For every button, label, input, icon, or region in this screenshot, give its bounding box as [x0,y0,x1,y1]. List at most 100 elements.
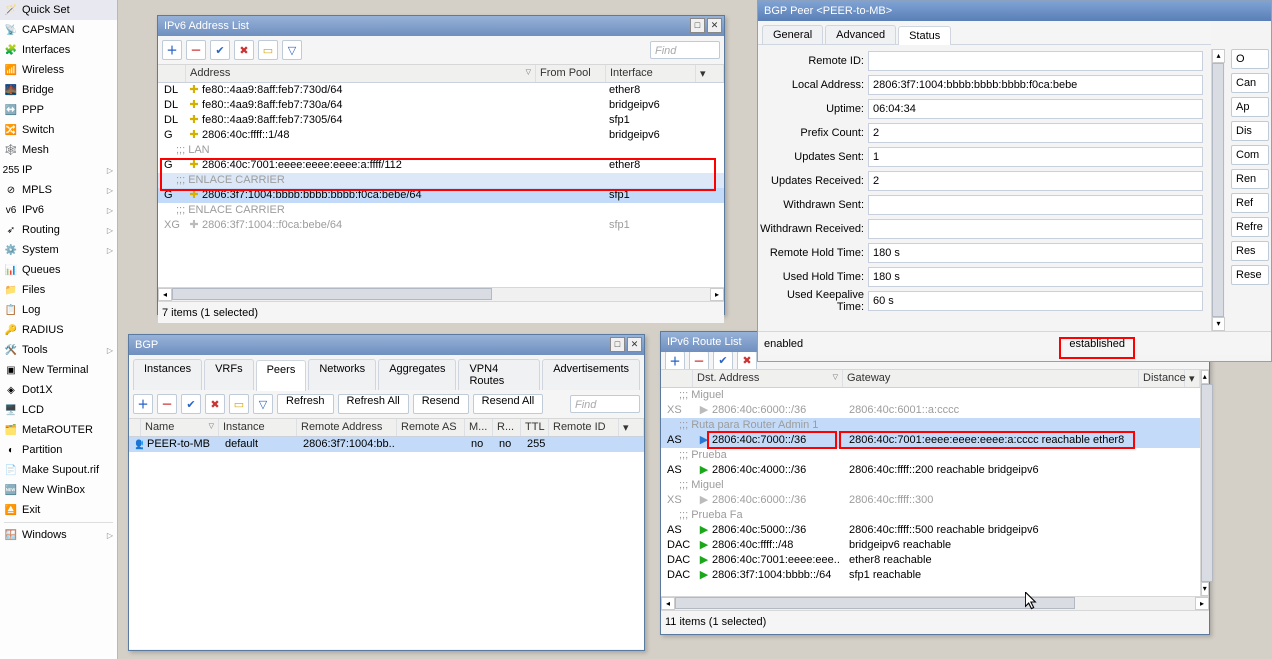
th-dst[interactable]: Dst. Address▽ [693,370,843,387]
th-flags[interactable] [158,65,186,82]
table-row[interactable]: G✚ 2806:40c:7001:eeee:eeee:eeee:a:ffff/1… [158,158,724,173]
sidebar-item-tools[interactable]: 🛠️Tools▷ [0,340,117,360]
table-row[interactable]: XS▶ 2806:40c:6000::/362806:40c:6001::a:c… [661,403,1200,418]
side-button[interactable]: Dis [1231,121,1269,141]
table-row[interactable]: DL✚ fe80::4aa9:8aff:feb7:730a/64bridgeip… [158,98,724,113]
sidebar-item-quick-set[interactable]: 🪄Quick Set [0,0,117,20]
sidebar-item-mpls[interactable]: ⊘MPLS▷ [0,180,117,200]
th-instance[interactable]: Instance [219,419,297,436]
th-remote-address[interactable]: Remote Address [297,419,397,436]
add-button[interactable]: ＋ [665,352,685,370]
th-distance[interactable]: Distance [1139,370,1185,387]
window-titlebar[interactable]: BGP □ ✕ [129,335,644,355]
disable-button[interactable]: ✖ [737,352,757,370]
scroll-thumb[interactable] [675,597,1075,609]
enable-button[interactable]: ✔ [210,40,230,60]
find-input[interactable]: Find [570,395,640,413]
side-button[interactable]: Ap [1231,97,1269,117]
sidebar-item-dot1x[interactable]: ◈Dot1X [0,380,117,400]
tab-aggregates[interactable]: Aggregates [378,359,456,390]
sidebar-item-ip[interactable]: 255IP▷ [0,160,117,180]
sidebar-item-capsman[interactable]: 📡CAPsMAN [0,20,117,40]
sidebar-item-log[interactable]: 📋Log [0,300,117,320]
filter-button[interactable]: ▽ [282,40,302,60]
tab-general[interactable]: General [762,25,823,44]
sidebar-item-switch[interactable]: 🔀Switch [0,120,117,140]
refresh-all-button[interactable]: Refresh All [338,394,409,414]
side-button[interactable]: Ref [1231,193,1269,213]
scroll-thumb[interactable] [1212,63,1224,317]
resend-button[interactable]: Resend [413,394,469,414]
tab-vpn4-routes[interactable]: VPN4 Routes [458,359,540,390]
table-row[interactable]: AS▶ 2806:40c:5000::/362806:40c:ffff::500… [661,523,1200,538]
th-flags[interactable] [661,370,693,387]
sidebar-item-exit[interactable]: ⏏️Exit [0,500,117,520]
window-titlebar[interactable]: BGP Peer <PEER-to-MB> [758,1,1271,21]
tab-peers[interactable]: Peers [256,360,307,391]
table-row[interactable]: DAC▶ 2806:40c:ffff::/48bridgeipv6 reacha… [661,538,1200,553]
th-name[interactable]: Name▽ [141,419,219,436]
sidebar-item-metarouter[interactable]: 🗂️MetaROUTER [0,420,117,440]
scroll-right-icon[interactable]: ▸ [710,288,724,301]
disable-button[interactable]: ✖ [205,394,225,414]
side-button[interactable]: Can [1231,73,1269,93]
sidebar-item-mesh[interactable]: 🕸️Mesh [0,140,117,160]
window-close-button[interactable]: ✕ [707,18,722,33]
table-row[interactable]: G✚ 2806:40c:ffff::1/48bridgeipv6 [158,128,724,143]
sidebar-item-queues[interactable]: 📊Queues [0,260,117,280]
sidebar-item-windows[interactable]: 🪟 Windows ▷ [0,525,117,545]
table-row[interactable]: AS▶ 2806:40c:7000::/362806:40c:7001:eeee… [661,433,1200,448]
th-from-pool[interactable]: From Pool [536,65,606,82]
scroll-right-icon[interactable]: ▸ [1195,597,1209,610]
filter-button[interactable]: ▽ [253,394,273,414]
th-address[interactable]: Address▽ [186,65,536,82]
window-titlebar[interactable]: IPv6 Address List □ ✕ [158,16,724,36]
tab-status[interactable]: Status [898,26,951,45]
sidebar-item-routing[interactable]: ➶Routing▷ [0,220,117,240]
add-button[interactable]: ＋ [162,40,182,60]
window-minimize-button[interactable]: □ [610,337,625,352]
sidebar-item-new-winbox[interactable]: 🆕New WinBox [0,480,117,500]
window-close-button[interactable]: ✕ [627,337,642,352]
vscrollbar[interactable]: ▴ ▾ [1211,49,1225,331]
sidebar-item-system[interactable]: ⚙️System▷ [0,240,117,260]
th-gateway[interactable]: Gateway [843,370,1139,387]
table-row[interactable]: DL✚ fe80::4aa9:8aff:feb7:7305/64sfp1 [158,113,724,128]
scroll-up-icon[interactable]: ▴ [1212,49,1225,63]
th-ttl[interactable]: TTL [521,419,549,436]
sidebar-item-make-supout-rif[interactable]: 📄Make Supout.rif [0,460,117,480]
comment-button[interactable]: ▭ [229,394,249,414]
table-row[interactable]: DL✚ fe80::4aa9:8aff:feb7:730d/64ether8 [158,83,724,98]
side-button[interactable]: Ren [1231,169,1269,189]
sidebar-item-files[interactable]: 📁Files [0,280,117,300]
side-button[interactable]: O [1231,49,1269,69]
find-input[interactable]: Find [650,41,720,59]
enable-button[interactable]: ✔ [713,352,733,370]
sidebar-item-wireless[interactable]: 📶Wireless [0,60,117,80]
side-button[interactable]: Com [1231,145,1269,165]
scroll-down-icon[interactable]: ▾ [1201,582,1209,596]
th-dropdown[interactable]: ▾ [696,65,724,82]
side-button[interactable]: Refre [1231,217,1269,237]
table-row[interactable]: DAC▶ 2806:3f7:1004:bbbb::/64sfp1 reachab… [661,568,1200,583]
remove-button[interactable]: － [186,40,206,60]
resend-all-button[interactable]: Resend All [473,394,544,414]
tab-advertisements[interactable]: Advertisements [542,359,640,390]
scroll-left-icon[interactable]: ◂ [158,288,172,301]
sidebar-item-interfaces[interactable]: 🧩Interfaces [0,40,117,60]
table-row[interactable]: 👥 PEER-to-MB default 2806:3f7:1004:bb.. … [129,437,644,452]
window-minimize-button[interactable]: □ [690,18,705,33]
remove-button[interactable]: － [689,352,709,370]
tab-instances[interactable]: Instances [133,359,202,390]
scroll-track[interactable] [172,288,710,301]
th-dropdown[interactable]: ▾ [1185,370,1200,387]
table-row[interactable]: XG✚ 2806:3f7:1004::f0ca:bebe/64sfp1 [158,218,724,233]
tab-networks[interactable]: Networks [308,359,376,390]
th-interface[interactable]: Interface [606,65,696,82]
comment-button[interactable]: ▭ [258,40,278,60]
disable-button[interactable]: ✖ [234,40,254,60]
tab-advanced[interactable]: Advanced [825,25,896,44]
add-button[interactable]: ＋ [133,394,153,414]
th-remote-as[interactable]: Remote AS [397,419,465,436]
sidebar-item-radius[interactable]: 🔑RADIUS [0,320,117,340]
